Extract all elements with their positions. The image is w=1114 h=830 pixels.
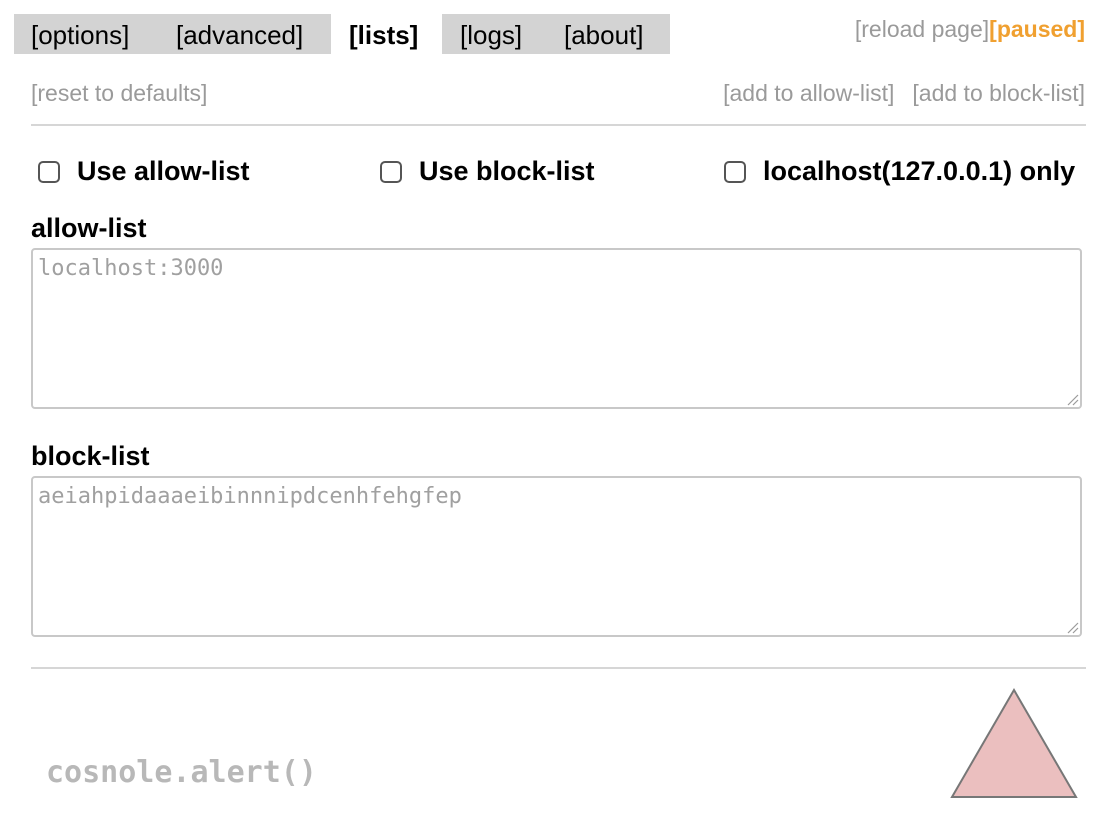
console-text: cosnole.alert() bbox=[46, 755, 317, 790]
warning-triangle-icon[interactable] bbox=[950, 688, 1078, 800]
allow-list-placeholder: localhost:3000 bbox=[38, 256, 224, 281]
use-allow-list-checkbox[interactable] bbox=[38, 160, 60, 183]
tab-lists[interactable]: [lists] bbox=[331, 14, 442, 54]
resize-grip-icon[interactable] bbox=[1065, 392, 1079, 406]
tab-bar: [options] [advanced] [lists] [logs] [abo… bbox=[14, 14, 670, 54]
block-list-textarea[interactable]: aeiahpidaaaeibinnnipdcenhfehgfep bbox=[31, 476, 1082, 637]
add-to-allow-list-link[interactable]: [add to allow-list] bbox=[723, 80, 894, 106]
divider-bottom bbox=[31, 667, 1086, 669]
tab-about[interactable]: [about] bbox=[546, 14, 670, 54]
divider-top bbox=[31, 124, 1086, 126]
use-block-list-label: Use block-list bbox=[419, 156, 595, 186]
add-actions: [add to allow-list] [add to block-list] bbox=[723, 80, 1085, 107]
use-block-list-checkbox[interactable] bbox=[380, 160, 402, 183]
tab-options[interactable]: [options] bbox=[14, 14, 159, 54]
use-allow-list-option[interactable]: Use allow-list bbox=[38, 156, 250, 187]
paused-status-link[interactable]: [paused] bbox=[989, 16, 1085, 42]
resize-grip-icon[interactable] bbox=[1065, 620, 1079, 634]
localhost-only-label: localhost(127.0.0.1) only bbox=[763, 156, 1076, 186]
header-controls: [reload page][paused] bbox=[855, 16, 1085, 43]
block-list-placeholder: aeiahpidaaaeibinnnipdcenhfehgfep bbox=[38, 484, 462, 509]
use-block-list-option[interactable]: Use block-list bbox=[380, 156, 595, 187]
tab-advanced[interactable]: [advanced] bbox=[159, 14, 331, 54]
block-list-heading: block-list bbox=[31, 441, 150, 471]
localhost-only-option[interactable]: localhost(127.0.0.1) only bbox=[724, 156, 1075, 187]
add-to-block-list-link[interactable]: [add to block-list] bbox=[912, 80, 1085, 106]
use-allow-list-label: Use allow-list bbox=[77, 156, 250, 186]
localhost-only-checkbox[interactable] bbox=[724, 160, 746, 183]
allow-list-textarea[interactable]: localhost:3000 bbox=[31, 248, 1082, 409]
tab-logs[interactable]: [logs] bbox=[442, 14, 546, 54]
list-options: Use allow-list Use block-list localhost(… bbox=[38, 156, 1085, 190]
reset-to-defaults-link[interactable]: [reset to defaults] bbox=[31, 80, 207, 107]
reload-page-link[interactable]: [reload page] bbox=[855, 16, 989, 42]
allow-list-heading: allow-list bbox=[31, 213, 147, 243]
